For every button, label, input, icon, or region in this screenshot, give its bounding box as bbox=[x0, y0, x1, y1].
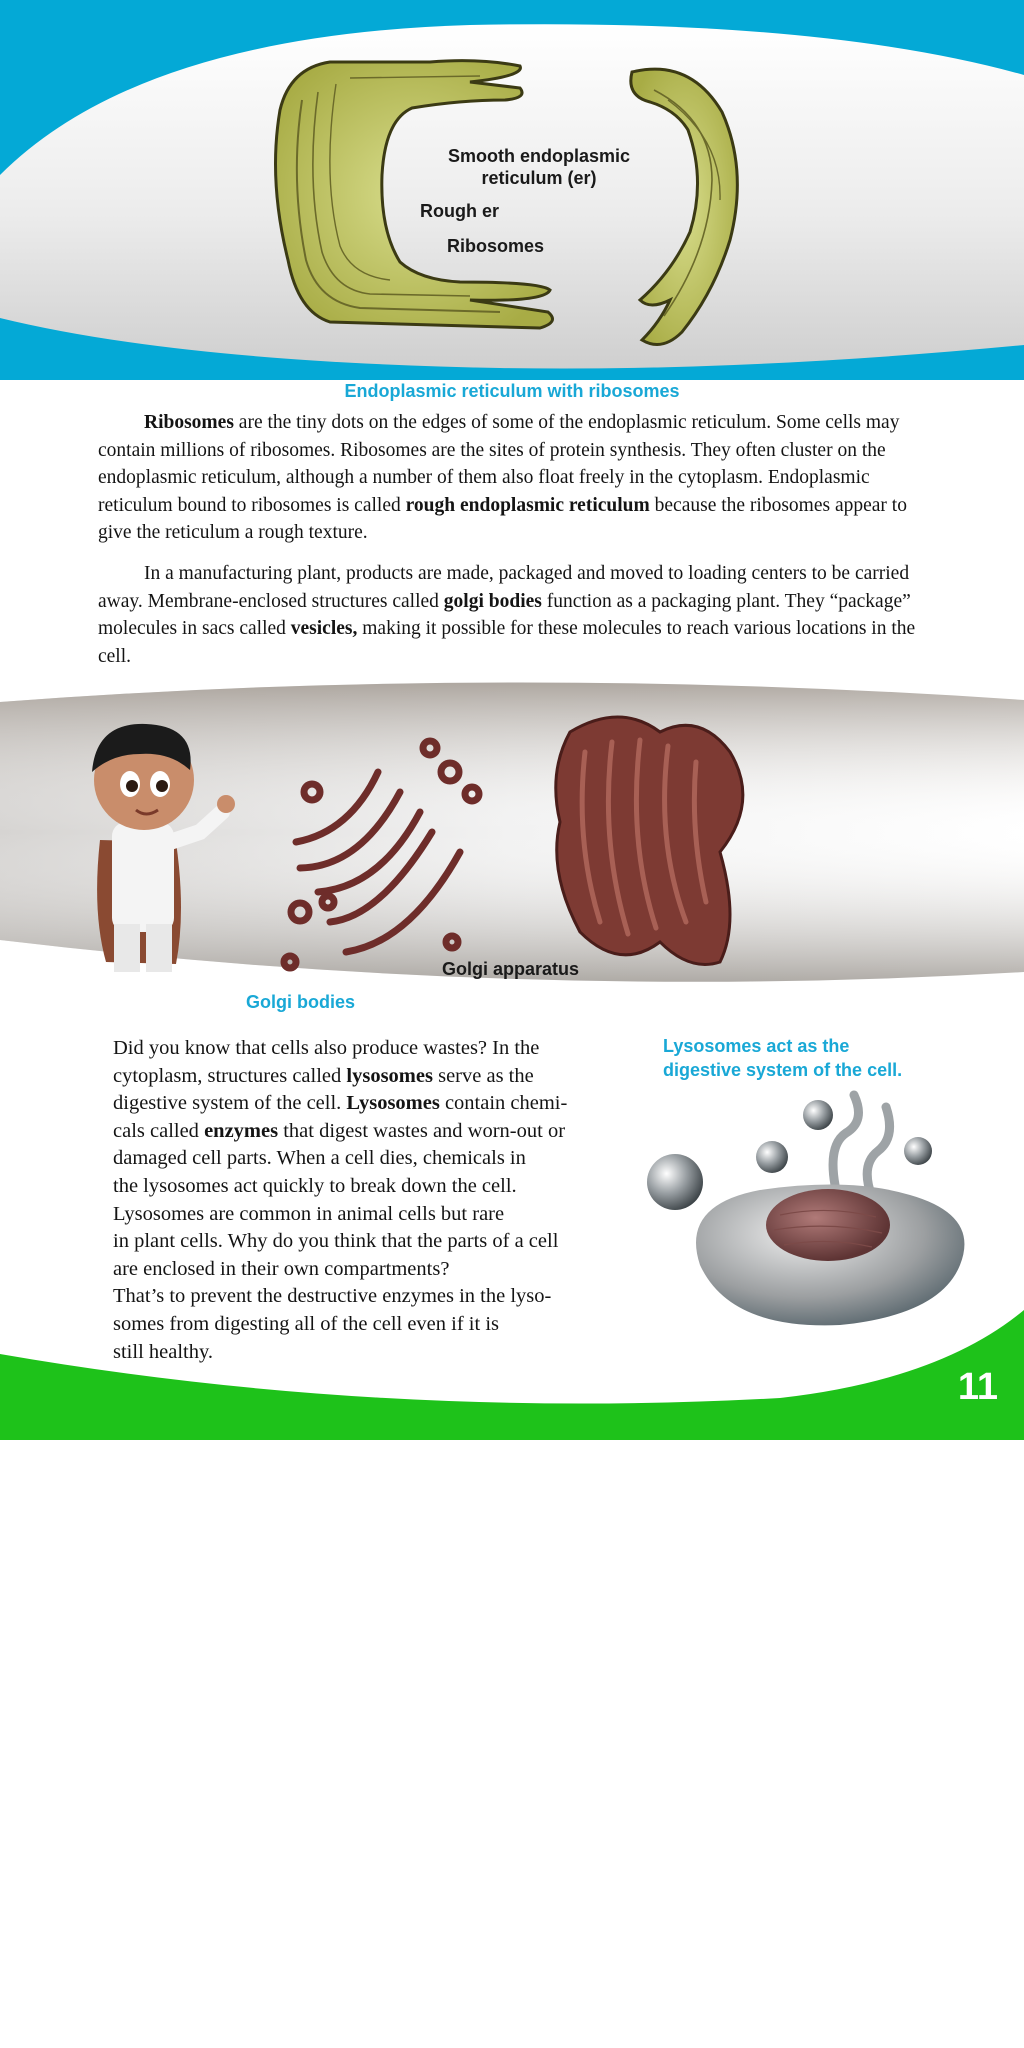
lysosome-caption-line1: Lysosomes act as the bbox=[663, 1036, 850, 1056]
term-golgi-bodies: golgi bodies bbox=[443, 590, 542, 612]
lysosome-caption-line2: digestive system of the cell. bbox=[663, 1060, 903, 1080]
golgi-paragraph: In a manufacturing plant, products are m… bbox=[98, 560, 928, 670]
golgi-figure-caption: Golgi bodies bbox=[246, 992, 356, 1012]
lyso-line-4c: that digest wastes and worn-out or bbox=[278, 1119, 566, 1142]
term-vesicles: vesicles, bbox=[290, 618, 358, 639]
lysosome-illustration bbox=[647, 1090, 965, 1326]
er-label-smooth: Smooth endoplasmic reticulum (er) bbox=[439, 145, 639, 189]
lyso-line-4: cals called enzymes that digest wastes a… bbox=[113, 1118, 628, 1146]
er-label-rough: Rough er bbox=[420, 201, 499, 221]
lyso-line-10: That’s to prevent the destructive enzyme… bbox=[113, 1285, 552, 1308]
golgi-apparatus-large-illustration bbox=[554, 715, 745, 966]
lyso-line-2a: cytoplasm, structures called bbox=[113, 1064, 347, 1087]
lyso-line-6: the lysosomes act quickly to break down … bbox=[113, 1174, 517, 1197]
lyso-line-8: in plant cells. Why do you think that th… bbox=[113, 1230, 559, 1253]
ribosomes-paragraph: Ribosomes are the tiny dots on the edges… bbox=[98, 409, 928, 547]
lyso-line-9: are enclosed in their own compartments? bbox=[113, 1257, 450, 1280]
lyso-line-11: somes from digesting all of the cell eve… bbox=[113, 1312, 499, 1335]
term-ribosomes: Ribosomes bbox=[144, 412, 234, 433]
term-lysosomes: lysosomes bbox=[346, 1064, 433, 1087]
er-label-ribosomes: Ribosomes bbox=[447, 236, 545, 256]
page-number: 11 bbox=[957, 1366, 998, 1408]
lyso-line-12: still healthy. bbox=[113, 1340, 214, 1363]
lyso-line-4a: cals called bbox=[113, 1119, 205, 1142]
lyso-line-3a: digestive system of the cell. bbox=[113, 1092, 347, 1115]
golgi-apparatus-label: Golgi apparatus bbox=[442, 959, 580, 979]
lysosome-figure-caption: Lysosomes act as the digestive system of… bbox=[663, 1034, 902, 1082]
lyso-line-3: digestive system of the cell. Lysosomes … bbox=[113, 1090, 628, 1118]
lyso-line-1: Did you know that cells also produce was… bbox=[113, 1037, 540, 1059]
lyso-line-7: Lysosomes are common in animal cells but… bbox=[113, 1202, 505, 1225]
lyso-line-2c: serve as the bbox=[432, 1064, 534, 1087]
top-banner bbox=[0, 0, 1024, 380]
lyso-line-2: cytoplasm, structures called lysosomes s… bbox=[113, 1063, 628, 1091]
lyso-line-5: damaged cell parts. When a cell dies, ch… bbox=[113, 1147, 526, 1170]
textbook-page: Smooth endoplasmic reticulum (er) Rough … bbox=[0, 0, 1024, 1440]
lyso-line-3c: contain chemi- bbox=[439, 1092, 568, 1115]
golgi-illustration-band bbox=[0, 682, 1024, 982]
er-figure-caption: Endoplasmic reticulum with ribosomes bbox=[344, 381, 680, 401]
term-enzymes: enzymes bbox=[204, 1119, 279, 1142]
er-label-smooth-line2: reticulum (er) bbox=[481, 168, 597, 188]
lysosomes-paragraph: Did you know that cells also produce was… bbox=[113, 1035, 628, 1366]
er-label-smooth-line1: Smooth endoplasmic bbox=[447, 146, 631, 166]
term-lysosomes-2: Lysosomes bbox=[346, 1092, 440, 1115]
term-rough-er: rough endoplasmic reticulum bbox=[405, 494, 650, 516]
